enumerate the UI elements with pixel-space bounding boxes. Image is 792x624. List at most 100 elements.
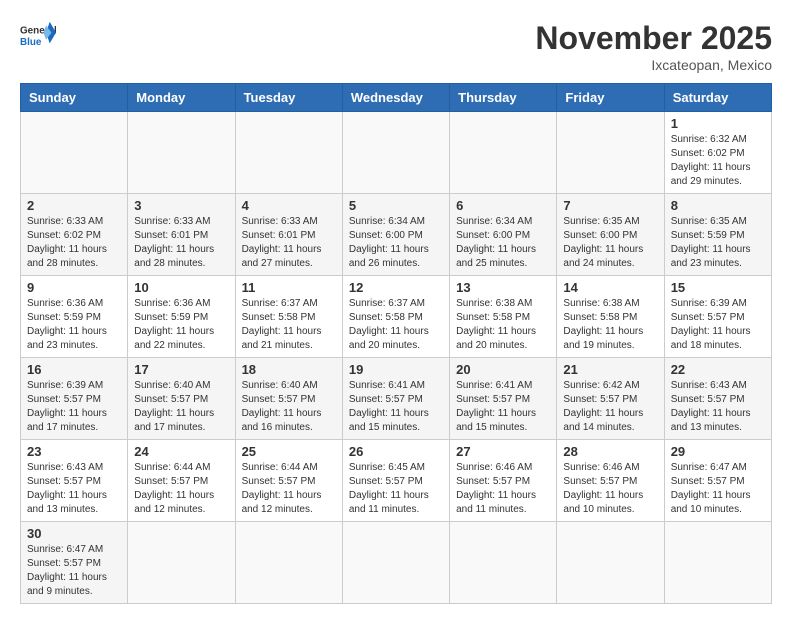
svg-text:Blue: Blue [20, 37, 42, 48]
calendar-day-cell [128, 522, 235, 604]
day-number: 10 [134, 280, 228, 295]
calendar-week-row: 9Sunrise: 6:36 AM Sunset: 5:59 PM Daylig… [21, 276, 772, 358]
day-info: Sunrise: 6:40 AM Sunset: 5:57 PM Dayligh… [242, 379, 336, 435]
day-number: 30 [27, 526, 121, 541]
calendar-day-cell: 10Sunrise: 6:36 AM Sunset: 5:59 PM Dayli… [128, 276, 235, 358]
day-info: Sunrise: 6:33 AM Sunset: 6:02 PM Dayligh… [27, 215, 121, 271]
day-number: 24 [134, 444, 228, 459]
calendar-day-cell: 12 Sunrise: 6:37 AM Sunset: 5:58 PM Dayli… [342, 276, 449, 358]
calendar-day-cell: 1 Sunrise: 6:32 AM Sunset: 6:02 PM Daylig… [664, 112, 771, 194]
calendar-day-cell: 4 Sunrise: 6:33 AM Sunset: 6:01 PM Daylig… [235, 194, 342, 276]
calendar-day-cell [235, 522, 342, 604]
calendar-day-cell: 25Sunrise: 6:44 AM Sunset: 5:57 PM Dayli… [235, 440, 342, 522]
calendar-day-cell: 22 Sunrise: 6:43 AM Sunset: 5:57 PM Dayli… [664, 358, 771, 440]
weekday-header-friday: Friday [557, 84, 664, 112]
calendar-day-cell: 17Sunrise: 6:40 AM Sunset: 5:57 PM Dayli… [128, 358, 235, 440]
day-number: 13 [456, 280, 550, 295]
day-info: Sunrise: 6:32 AM Sunset: 6:02 PM Dayligh… [671, 133, 765, 189]
day-info: Sunrise: 6:33 AM Sunset: 6:01 PM Dayligh… [242, 215, 336, 271]
day-number: 16 [27, 362, 121, 377]
calendar-day-cell: 9Sunrise: 6:36 AM Sunset: 5:59 PM Daylig… [21, 276, 128, 358]
day-info: Sunrise: 6:34 AM Sunset: 6:00 PM Dayligh… [349, 215, 443, 271]
calendar-day-cell: 18 Sunrise: 6:40 AM Sunset: 5:57 PM Dayli… [235, 358, 342, 440]
calendar-day-cell [450, 112, 557, 194]
day-number: 2 [27, 198, 121, 213]
day-number: 7 [563, 198, 657, 213]
calendar-day-cell: 3Sunrise: 6:33 AM Sunset: 6:01 PM Daylig… [128, 194, 235, 276]
calendar-day-cell [342, 522, 449, 604]
weekday-header-tuesday: Tuesday [235, 84, 342, 112]
calendar-day-cell [557, 112, 664, 194]
calendar-day-cell [664, 522, 771, 604]
calendar-day-cell: 2 Sunrise: 6:33 AM Sunset: 6:02 PM Daylig… [21, 194, 128, 276]
day-number: 12 [349, 280, 443, 295]
day-number: 29 [671, 444, 765, 459]
day-info: Sunrise: 6:37 AM Sunset: 5:58 PM Dayligh… [242, 297, 336, 353]
calendar-week-row: 2 Sunrise: 6:33 AM Sunset: 6:02 PM Daylig… [21, 194, 772, 276]
day-info: Sunrise: 6:38 AM Sunset: 5:58 PM Dayligh… [456, 297, 550, 353]
calendar: SundayMondayTuesdayWednesdayThursdayFrid… [20, 83, 772, 604]
day-number: 14 [563, 280, 657, 295]
calendar-day-cell: 7 Sunrise: 6:35 AM Sunset: 6:00 PM Daylig… [557, 194, 664, 276]
calendar-day-cell: 26 Sunrise: 6:45 AM Sunset: 5:57 PM Dayli… [342, 440, 449, 522]
day-info: Sunrise: 6:38 AM Sunset: 5:58 PM Dayligh… [563, 297, 657, 353]
month-title: November 2025 [535, 20, 772, 57]
day-info: Sunrise: 6:39 AM Sunset: 5:57 PM Dayligh… [671, 297, 765, 353]
day-info: Sunrise: 6:40 AM Sunset: 5:57 PM Dayligh… [134, 379, 228, 435]
calendar-day-cell: 24 Sunrise: 6:44 AM Sunset: 5:57 PM Dayli… [128, 440, 235, 522]
calendar-day-cell: 8 Sunrise: 6:35 AM Sunset: 5:59 PM Daylig… [664, 194, 771, 276]
day-number: 22 [671, 362, 765, 377]
weekday-header-sunday: Sunday [21, 84, 128, 112]
location: Ixcateopan, Mexico [535, 57, 772, 73]
day-number: 20 [456, 362, 550, 377]
calendar-day-cell [21, 112, 128, 194]
day-number: 6 [456, 198, 550, 213]
calendar-week-row: 16Sunrise: 6:39 AM Sunset: 5:57 PM Dayli… [21, 358, 772, 440]
calendar-day-cell: 6 Sunrise: 6:34 AM Sunset: 6:00 PM Daylig… [450, 194, 557, 276]
calendar-day-cell: 19Sunrise: 6:41 AM Sunset: 5:57 PM Dayli… [342, 358, 449, 440]
calendar-day-cell: 20 Sunrise: 6:41 AM Sunset: 5:57 PM Dayli… [450, 358, 557, 440]
page-header: General Blue November 2025 Ixcateopan, M… [20, 20, 772, 73]
calendar-day-cell [235, 112, 342, 194]
day-number: 4 [242, 198, 336, 213]
day-info: Sunrise: 6:44 AM Sunset: 5:57 PM Dayligh… [134, 461, 228, 517]
day-number: 23 [27, 444, 121, 459]
calendar-week-row: 23 Sunrise: 6:43 AM Sunset: 5:57 PM Dayli… [21, 440, 772, 522]
day-info: Sunrise: 6:42 AM Sunset: 5:57 PM Dayligh… [563, 379, 657, 435]
logo: General Blue [20, 20, 56, 56]
day-number: 5 [349, 198, 443, 213]
day-info: Sunrise: 6:43 AM Sunset: 5:57 PM Dayligh… [671, 379, 765, 435]
calendar-week-row: 1 Sunrise: 6:32 AM Sunset: 6:02 PM Daylig… [21, 112, 772, 194]
calendar-day-cell: 30Sunrise: 6:47 AM Sunset: 5:57 PM Dayli… [21, 522, 128, 604]
day-number: 21 [563, 362, 657, 377]
day-info: Sunrise: 6:43 AM Sunset: 5:57 PM Dayligh… [27, 461, 121, 517]
day-info: Sunrise: 6:36 AM Sunset: 5:59 PM Dayligh… [27, 297, 121, 353]
weekday-header-thursday: Thursday [450, 84, 557, 112]
day-number: 1 [671, 116, 765, 131]
day-info: Sunrise: 6:45 AM Sunset: 5:57 PM Dayligh… [349, 461, 443, 517]
day-info: Sunrise: 6:41 AM Sunset: 5:57 PM Dayligh… [456, 379, 550, 435]
day-info: Sunrise: 6:35 AM Sunset: 6:00 PM Dayligh… [563, 215, 657, 271]
day-number: 28 [563, 444, 657, 459]
weekday-header-row: SundayMondayTuesdayWednesdayThursdayFrid… [21, 84, 772, 112]
title-block: November 2025 Ixcateopan, Mexico [535, 20, 772, 73]
calendar-day-cell: 27Sunrise: 6:46 AM Sunset: 5:57 PM Dayli… [450, 440, 557, 522]
day-number: 26 [349, 444, 443, 459]
day-number: 18 [242, 362, 336, 377]
calendar-day-cell [450, 522, 557, 604]
day-info: Sunrise: 6:34 AM Sunset: 6:00 PM Dayligh… [456, 215, 550, 271]
weekday-header-wednesday: Wednesday [342, 84, 449, 112]
day-info: Sunrise: 6:35 AM Sunset: 5:59 PM Dayligh… [671, 215, 765, 271]
day-info: Sunrise: 6:33 AM Sunset: 6:01 PM Dayligh… [134, 215, 228, 271]
day-number: 8 [671, 198, 765, 213]
calendar-week-row: 30Sunrise: 6:47 AM Sunset: 5:57 PM Dayli… [21, 522, 772, 604]
calendar-day-cell: 16Sunrise: 6:39 AM Sunset: 5:57 PM Dayli… [21, 358, 128, 440]
calendar-day-cell [128, 112, 235, 194]
day-number: 27 [456, 444, 550, 459]
calendar-day-cell: 29Sunrise: 6:47 AM Sunset: 5:57 PM Dayli… [664, 440, 771, 522]
day-info: Sunrise: 6:46 AM Sunset: 5:57 PM Dayligh… [563, 461, 657, 517]
calendar-day-cell: 28 Sunrise: 6:46 AM Sunset: 5:57 PM Dayli… [557, 440, 664, 522]
day-number: 19 [349, 362, 443, 377]
calendar-day-cell: 15Sunrise: 6:39 AM Sunset: 5:57 PM Dayli… [664, 276, 771, 358]
day-info: Sunrise: 6:37 AM Sunset: 5:58 PM Dayligh… [349, 297, 443, 353]
